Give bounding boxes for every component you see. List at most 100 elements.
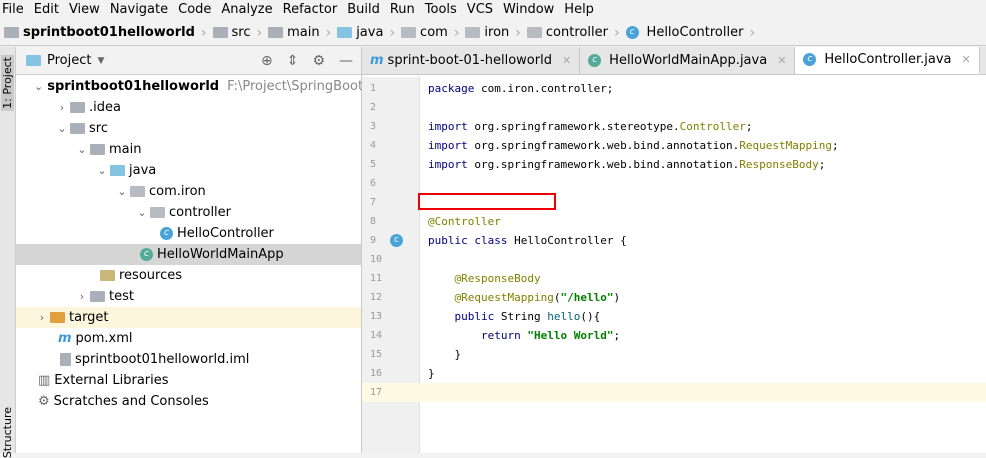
menu-edit[interactable]: Edit (30, 2, 65, 17)
maven-icon: m (370, 53, 384, 68)
line-number: 5 (370, 159, 377, 170)
tab-helloworldmainapp[interactable]: c HelloWorldMainApp.java ✕ (580, 47, 796, 74)
crumb-label: src (231, 25, 251, 40)
chevron-right-icon[interactable]: › (74, 290, 90, 303)
tree-label: Scratches and Consoles (53, 394, 209, 409)
menu-refactor[interactable]: Refactor (279, 2, 344, 17)
crumb-hellocontroller[interactable]: c HelloController (625, 25, 743, 40)
tree-item-helloworldmainapp[interactable]: c HelloWorldMainApp (16, 244, 361, 265)
tab-label: sprint-boot-01-helloworld (387, 53, 552, 68)
source-folder-icon (337, 27, 353, 38)
structure-side-tab[interactable]: Structure (1, 407, 14, 458)
code-line: 8 @Controller (362, 212, 986, 231)
crumb-java[interactable]: java (337, 25, 383, 40)
chevron-right-icon[interactable]: › (34, 311, 50, 324)
chevron-down-icon[interactable]: ▼ (97, 56, 104, 66)
chevron-down-icon[interactable]: ⌄ (34, 80, 43, 93)
tree-label: controller (169, 205, 232, 220)
menu-build[interactable]: Build (343, 2, 386, 17)
tree-label: test (109, 289, 134, 304)
tree-label: resources (119, 268, 183, 283)
code-line: 13 public String hello(){ (362, 307, 986, 326)
project-panel-header: Project ▼ ⊕ ⇕ ⚙ — (16, 47, 361, 75)
tree-item-idea[interactable]: › .idea (16, 97, 361, 118)
tree-item-java[interactable]: ⌄ java (16, 160, 361, 181)
tree-item-external-libraries[interactable]: ▥ External Libraries (16, 370, 361, 391)
package-icon (526, 27, 542, 38)
code-line: 14 return "Hello World"; (362, 326, 986, 345)
tree-item-test[interactable]: › test (16, 286, 361, 307)
package-icon (465, 27, 481, 38)
menu-navigate[interactable]: Navigate (106, 2, 174, 17)
crumb-label: iron (484, 25, 510, 40)
libraries-icon: ▥ (38, 373, 51, 388)
line-number: 14 (370, 330, 383, 341)
menu-code[interactable]: Code (174, 2, 217, 17)
project-side-tab[interactable]: 1: Project (1, 55, 14, 111)
tab-hellocontroller[interactable]: c HelloController.java ✕ (795, 47, 980, 74)
crumb-iron[interactable]: iron (465, 25, 509, 40)
close-icon[interactable]: ✕ (777, 54, 786, 67)
chevron-down-icon[interactable]: ⌄ (54, 122, 70, 135)
tree-label: .idea (89, 100, 121, 115)
line-number: 7 (370, 197, 377, 208)
menu-view[interactable]: View (65, 2, 106, 17)
code-text: import org.springframework.web.bind.anno… (428, 158, 826, 171)
folder-icon (268, 27, 284, 38)
tree-item-main[interactable]: ⌄ main (16, 139, 361, 160)
code-text: } (428, 367, 435, 380)
menu-help[interactable]: Help (560, 2, 600, 17)
menu-analyze[interactable]: Analyze (217, 2, 278, 17)
tree-label: target (69, 310, 109, 325)
class-icon: c (625, 26, 639, 39)
tree-item-pom[interactable]: m pom.xml (16, 328, 361, 349)
tree-label: main (109, 142, 142, 157)
chevron-down-icon[interactable]: ⌄ (74, 143, 90, 156)
gear-icon[interactable]: ⚙ (312, 53, 325, 69)
tree-item-target[interactable]: › target (16, 307, 361, 328)
code-line: 4 import org.springframework.web.bind.ann… (362, 136, 986, 155)
crumb-main[interactable]: main (268, 25, 320, 40)
chevron-down-icon[interactable]: ⌄ (134, 206, 150, 219)
menu-file[interactable]: File (0, 2, 30, 17)
tree-item-resources[interactable]: resources (16, 265, 361, 286)
menu-tools[interactable]: Tools (421, 2, 463, 17)
tree-item-controller[interactable]: ⌄ controller (16, 202, 361, 223)
spring-bean-icon[interactable]: c (390, 234, 403, 247)
close-icon[interactable]: ✕ (961, 53, 970, 66)
close-icon[interactable]: ✕ (562, 54, 571, 67)
project-panel: Project ▼ ⊕ ⇕ ⚙ — ⌄ sprintboot01helloworld F:\… (16, 47, 391, 453)
code-editor[interactable]: m sprint-boot-01-helloworld ✕ c HelloWorldM… (362, 47, 986, 453)
tab-label: HelloWorldMainApp.java (609, 53, 768, 68)
code-text: import org.springframework.stereotype.Co… (428, 120, 753, 133)
tree-item-scratches[interactable]: ⚙ Scratches and Consoles (16, 391, 361, 412)
resources-folder-icon (100, 270, 115, 281)
tab-pom[interactable]: m sprint-boot-01-helloworld ✕ (362, 47, 581, 74)
locate-icon[interactable]: ⊕ (261, 53, 273, 69)
crumb-controller[interactable]: controller (526, 25, 608, 40)
code-line: 15 } (362, 345, 986, 364)
code-line: 1 package com.iron.controller; (362, 79, 986, 98)
chevron-right-icon[interactable]: › (54, 101, 70, 114)
crumb-com[interactable]: com (401, 25, 448, 40)
tree-item-com-iron[interactable]: ⌄ com.iron (16, 181, 361, 202)
chevron-down-icon[interactable]: ⌄ (94, 164, 110, 177)
tree-item-hellocontroller[interactable]: c HelloController (16, 223, 361, 244)
folder-icon (70, 102, 85, 113)
code-line: 11 @ResponseBody (362, 269, 986, 288)
tree-item-iml[interactable]: sprintboot01helloworld.iml (16, 349, 361, 370)
minimize-icon[interactable]: — (339, 53, 353, 69)
tree-item-project[interactable]: ⌄ sprintboot01helloworld F:\Project\Spring… (16, 76, 391, 97)
crumb-src[interactable]: src (212, 25, 251, 40)
menu-run[interactable]: Run (386, 2, 421, 17)
chevron-down-icon[interactable]: ⌄ (114, 185, 130, 198)
code-line: 16} (362, 364, 986, 383)
menu-window[interactable]: Window (499, 2, 560, 17)
menu-vcs[interactable]: VCS (463, 2, 499, 17)
crumb-project[interactable]: sprintboot01helloworld (4, 25, 195, 40)
collapse-all-icon[interactable]: ⇕ (287, 53, 299, 69)
tree-item-src[interactable]: ⌄ src (16, 118, 361, 139)
project-view-select[interactable]: Project (47, 53, 91, 68)
maven-icon: m (58, 331, 72, 346)
code-line-current: 17 (362, 383, 986, 402)
